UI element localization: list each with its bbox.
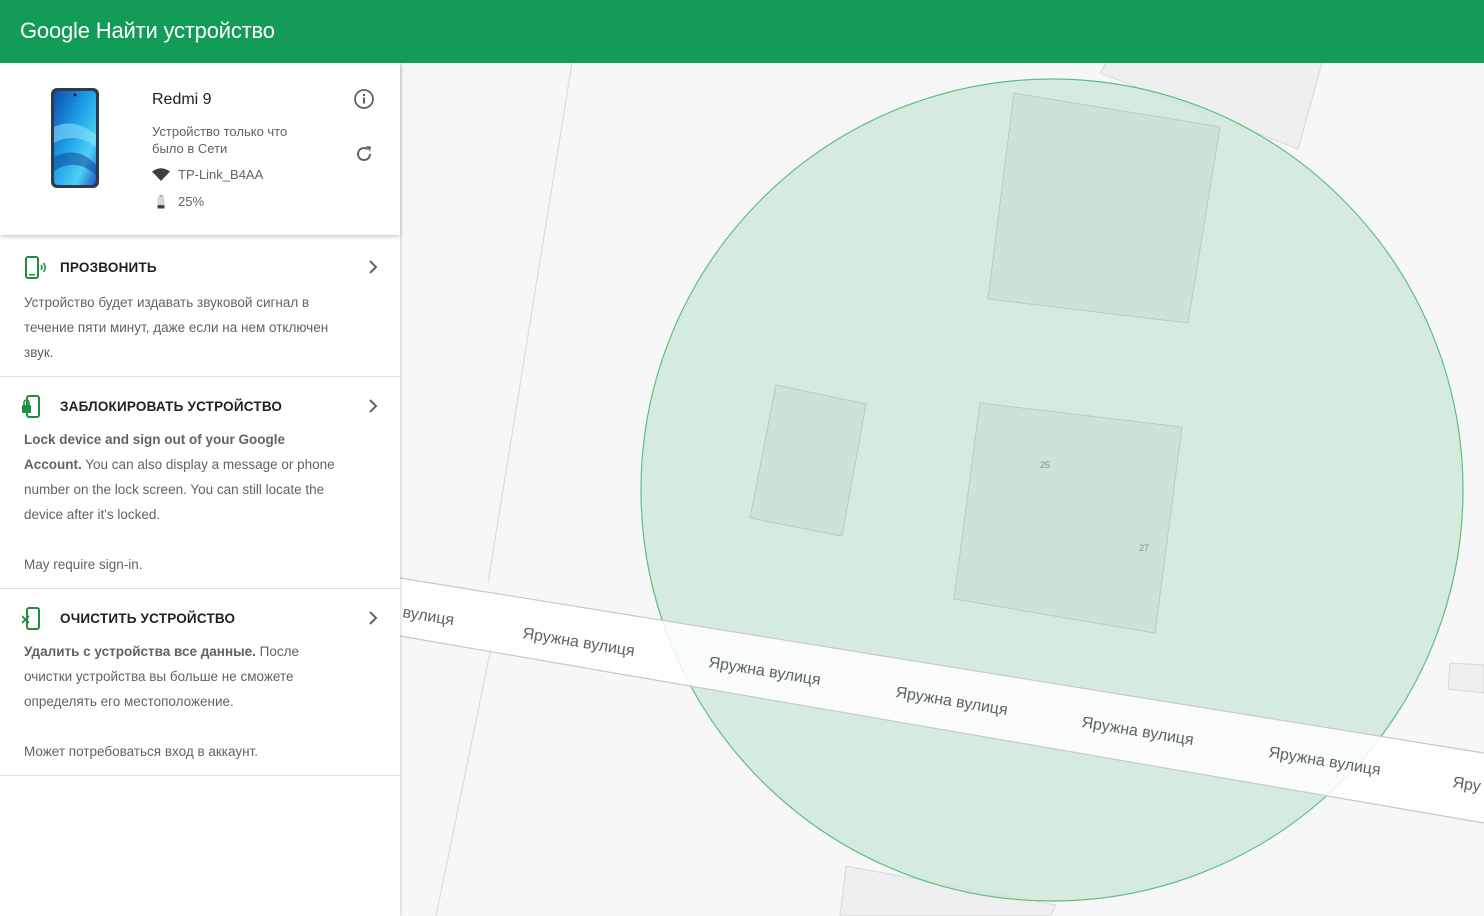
map-road-line bbox=[435, 642, 493, 916]
erase-device-section[interactable]: ОЧИСТИТЬ УСТРОЙСТВО Удалить с устройства… bbox=[0, 589, 400, 776]
map-road-line bbox=[487, 63, 573, 584]
wifi-network-name: TP-Link_B4AA bbox=[178, 167, 264, 182]
app-brand[interactable]: Google Найти устройство bbox=[20, 17, 275, 45]
device-wifi: TP-Link_B4AA bbox=[152, 167, 263, 182]
app-header: Google Найти устройство bbox=[0, 0, 1484, 63]
device-status: Устройство только что было в Сети bbox=[152, 124, 288, 156]
secure-device-section[interactable]: ЗАБЛОКИРОВАТЬ УСТРОЙСТВО Lock device and… bbox=[0, 377, 400, 589]
chevron-right-icon bbox=[366, 257, 380, 282]
play-sound-header[interactable]: ПРОЗВОНИТЬ bbox=[0, 256, 400, 292]
play-sound-section[interactable]: ПРОЗВОНИТЬ Устройство будет издавать зву… bbox=[0, 236, 400, 377]
map-view[interactable]: вулиця Яружна вулиця Яружна вулиця Яружн… bbox=[400, 63, 1484, 916]
device-info-button[interactable] bbox=[353, 88, 375, 110]
side-panel: Redmi 9 Устройство только что было в Сет… bbox=[0, 63, 400, 916]
map-building bbox=[953, 402, 1183, 634]
phone-ring-icon bbox=[22, 256, 48, 285]
wifi-icon bbox=[152, 167, 170, 182]
phone-erase-icon bbox=[21, 607, 46, 636]
chevron-right-icon bbox=[366, 608, 380, 633]
battery-icon bbox=[152, 194, 170, 209]
play-sound-description: Устройство будет издавать звуковой сигна… bbox=[24, 295, 329, 360]
map-canvas[interactable]: вулиця Яружна вулиця Яружна вулиця Яружн… bbox=[400, 63, 1484, 916]
play-sound-title: ПРОЗВОНИТЬ bbox=[60, 260, 157, 275]
device-name: Redmi 9 bbox=[152, 91, 212, 108]
secure-device-description: Lock device and sign out of your Google … bbox=[24, 427, 344, 527]
secure-device-title: ЗАБЛОКИРОВАТЬ УСТРОЙСТВО bbox=[60, 399, 283, 414]
map-building bbox=[1447, 662, 1484, 694]
phone-image bbox=[51, 88, 99, 188]
map-building bbox=[987, 92, 1221, 324]
app-title: Найти устройство bbox=[95, 18, 275, 43]
chevron-right-icon bbox=[366, 396, 380, 421]
erase-device-title: ОЧИСТИТЬ УСТРОЙСТВО bbox=[60, 611, 236, 626]
erase-device-note: Может потребоваться вход в аккаунт. bbox=[24, 744, 258, 759]
erase-device-header[interactable]: ОЧИСТИТЬ УСТРОЙСТВО bbox=[0, 607, 400, 643]
secure-device-note: May require sign-in. bbox=[24, 557, 143, 572]
erase-device-description-bold: Удалить с устройства все данные. bbox=[24, 644, 256, 659]
device-card: Redmi 9 Устройство только что было в Сет… bbox=[0, 63, 400, 235]
refresh-button[interactable] bbox=[353, 143, 375, 165]
erase-device-description: Удалить с устройства все данные. После о… bbox=[24, 639, 344, 714]
google-logo-text: Google bbox=[20, 18, 90, 43]
refresh-icon bbox=[357, 146, 371, 161]
house-number: 25 bbox=[1040, 460, 1050, 470]
battery-level: 25% bbox=[178, 194, 205, 209]
house-number: 27 bbox=[1139, 543, 1149, 553]
info-icon bbox=[354, 89, 374, 109]
phone-lock-icon bbox=[22, 395, 46, 424]
secure-device-header[interactable]: ЗАБЛОКИРОВАТЬ УСТРОЙСТВО bbox=[0, 395, 400, 431]
device-battery: 25% bbox=[152, 194, 204, 209]
